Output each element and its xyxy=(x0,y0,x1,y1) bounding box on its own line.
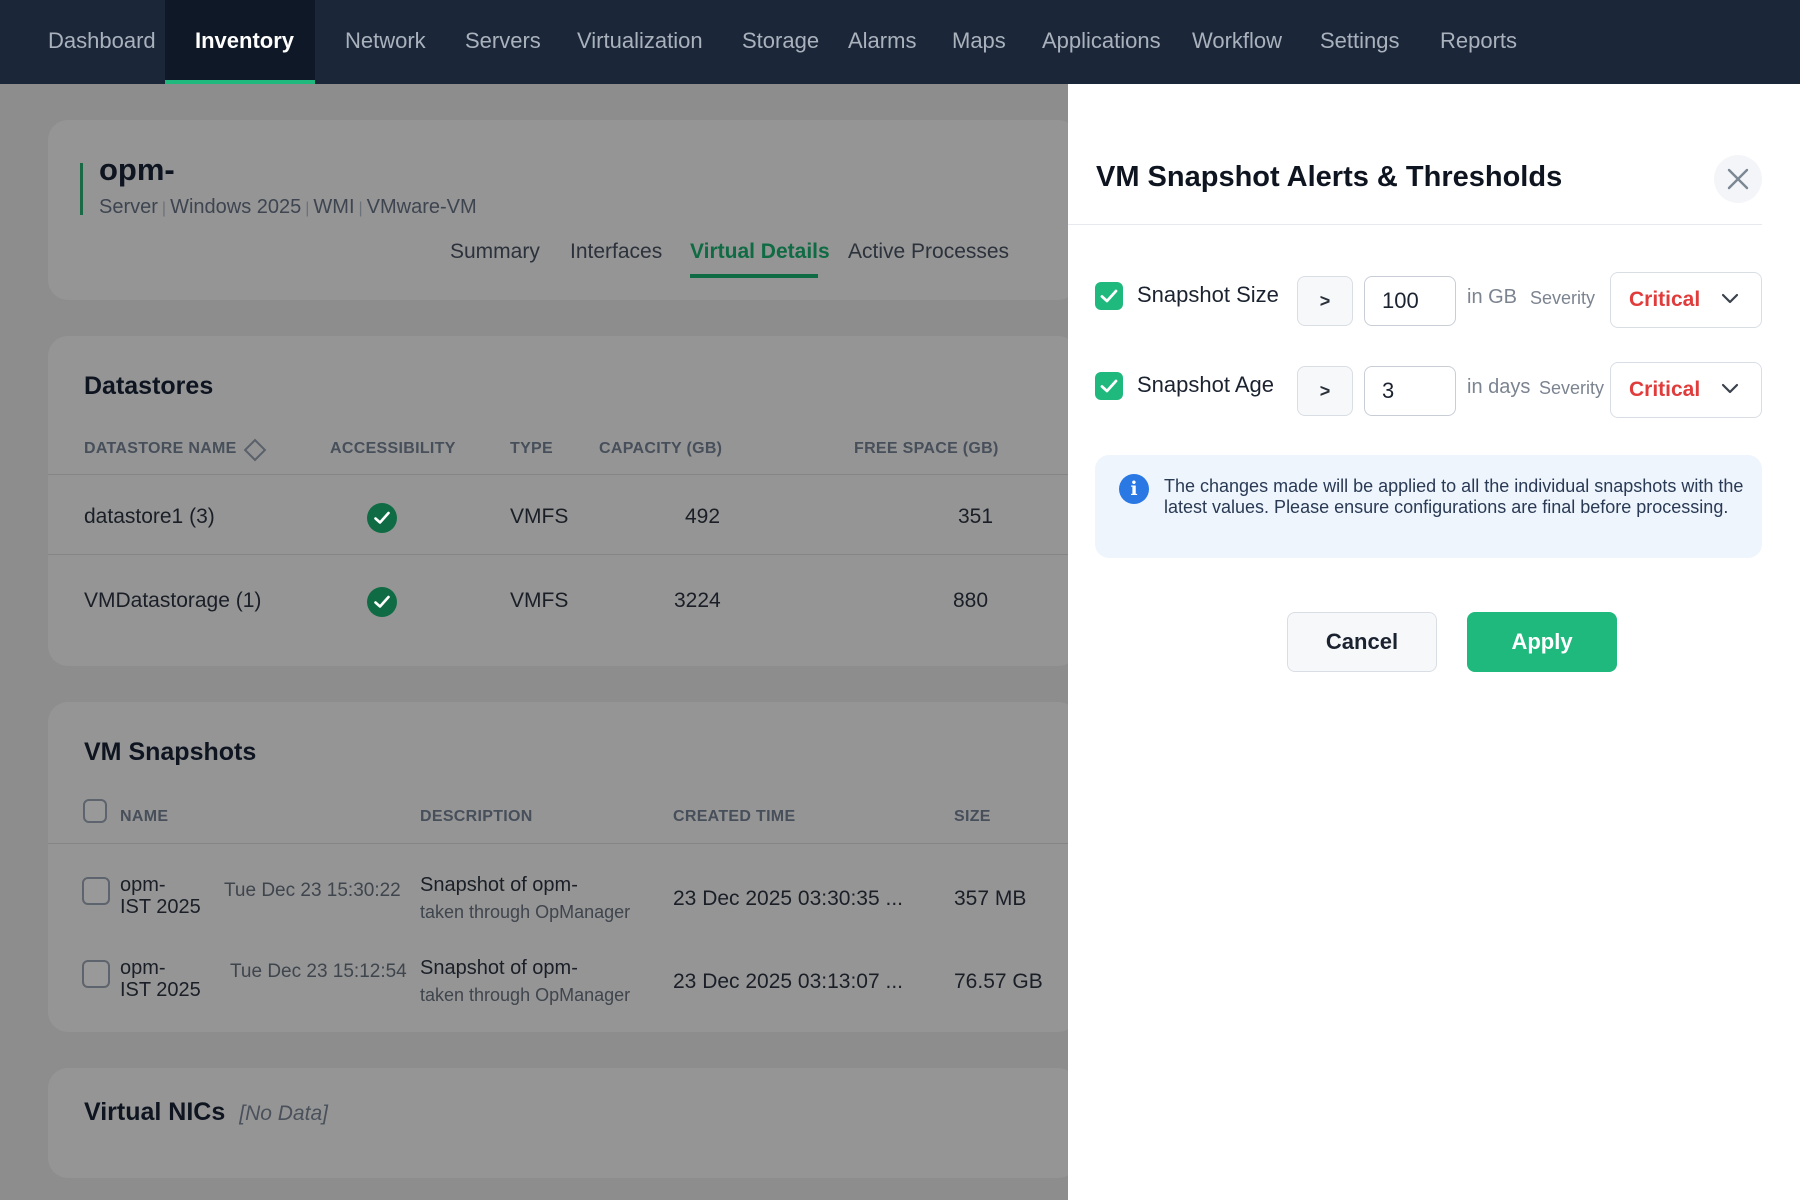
datastore-capacity: 492 xyxy=(685,505,721,528)
snapshot-name-line2: IST 2025 xyxy=(120,979,201,1001)
snapshot-age-severity-select[interactable]: Critical xyxy=(1610,362,1762,418)
nav-reports[interactable]: Reports xyxy=(1440,0,1517,84)
device-meta: Server | Windows 2025 | WMI | VMware-VM xyxy=(99,196,477,218)
nav-servers[interactable]: Servers xyxy=(465,0,541,84)
col-capacity: CAPACITY (GB) xyxy=(599,440,723,457)
datastore-type: VMFS xyxy=(510,505,569,528)
datastore-free-space: 351 xyxy=(958,505,994,528)
device-protocol: WMI xyxy=(313,196,355,218)
snapshot-size-label: Snapshot Size xyxy=(1137,282,1279,307)
snapshot-size: 357 MB xyxy=(954,887,1027,910)
vm-snapshots-title: VM Snapshots xyxy=(84,738,257,766)
severity-value: Critical xyxy=(1629,288,1701,311)
snapshot-description: Snapshot of opm- xyxy=(420,874,578,896)
nav-workflow[interactable]: Workflow xyxy=(1192,0,1282,84)
datastore-capacity: 3224 xyxy=(674,589,721,612)
nav-settings[interactable]: Settings xyxy=(1320,0,1400,84)
snapshot-size-operator[interactable]: > xyxy=(1297,276,1353,326)
tab-active-processes[interactable]: Active Processes xyxy=(848,240,1009,264)
device-name: opm- xyxy=(99,152,175,187)
snapshot-age-unit: in days xyxy=(1467,376,1531,398)
col-size: SIZE xyxy=(954,808,991,825)
col-datastore-name[interactable]: DATASTORE NAME xyxy=(84,440,237,458)
no-data-text: [No Data] xyxy=(239,1102,328,1125)
col-created-time: CREATED TIME xyxy=(673,808,796,825)
apply-button[interactable]: Apply xyxy=(1467,612,1617,672)
datastore-name: datastore1 (3) xyxy=(84,505,215,528)
close-icon xyxy=(1727,168,1749,190)
chevron-down-icon xyxy=(1721,293,1739,304)
device-category: Server xyxy=(99,196,158,218)
snapshot-age-value-input[interactable] xyxy=(1364,366,1456,416)
row-divider xyxy=(48,554,1068,555)
checkmark-icon xyxy=(1100,379,1118,393)
tab-summary[interactable]: Summary xyxy=(450,240,540,264)
nav-dashboard[interactable]: Dashboard xyxy=(48,0,156,84)
checkmark-icon xyxy=(1100,289,1118,303)
snapshot-name-time: Tue Dec 23 15:30:22 xyxy=(224,880,401,901)
datastore-name: VMDatastorage (1) xyxy=(84,589,262,612)
nav-inventory[interactable]: Inventory xyxy=(165,0,315,84)
info-icon: i xyxy=(1119,474,1149,504)
severity-value: Critical xyxy=(1629,378,1701,401)
header-divider xyxy=(48,843,1068,844)
snapshot-size-severity-label: Severity xyxy=(1530,288,1596,308)
drawer-divider xyxy=(1068,224,1762,225)
nav-alarms[interactable]: Alarms xyxy=(848,0,916,84)
close-button[interactable] xyxy=(1714,155,1762,203)
col-type: TYPE xyxy=(510,440,553,457)
snapshot-name-line1: opm- xyxy=(120,874,166,896)
device-type: VMware-VM xyxy=(366,196,477,218)
nav-virtualization[interactable]: Virtualization xyxy=(577,0,703,84)
info-message: The changes made will be applied to all … xyxy=(1164,476,1744,517)
nav-maps[interactable]: Maps xyxy=(952,0,1006,84)
snapshot-size: 76.57 GB xyxy=(954,970,1043,993)
device-os: Windows 2025 xyxy=(170,196,302,218)
col-description: DESCRIPTION xyxy=(420,808,533,825)
snapshot-size-value-input[interactable] xyxy=(1364,276,1456,326)
snapshot-name-line2: IST 2025 xyxy=(120,896,201,918)
datastores-title: Datastores xyxy=(84,372,214,400)
snapshot-name-line1: opm- xyxy=(120,957,166,979)
row-checkbox[interactable] xyxy=(82,877,110,905)
snapshot-description-source: taken through OpManager xyxy=(420,985,631,1005)
col-free-space: FREE SPACE (GB) xyxy=(854,440,999,457)
datastore-type: VMFS xyxy=(510,589,569,612)
snapshot-size-unit: in GB xyxy=(1467,286,1518,308)
top-navigation: Dashboard Inventory Network Servers Virt… xyxy=(0,0,1800,84)
datastore-free-space: 880 xyxy=(953,589,989,612)
drawer-title: VM Snapshot Alerts & Thresholds xyxy=(1096,161,1563,193)
nav-applications[interactable]: Applications xyxy=(1042,0,1161,84)
header-divider xyxy=(48,474,1068,475)
snapshot-description-source: taken through OpManager xyxy=(420,902,631,922)
row-checkbox[interactable] xyxy=(82,960,110,988)
virtual-nics-title: Virtual NICs [No Data] xyxy=(84,1098,328,1127)
nav-network[interactable]: Network xyxy=(345,0,426,84)
check-circle-icon xyxy=(367,503,397,533)
snapshot-name-time: Tue Dec 23 15:12:54 xyxy=(230,961,407,982)
check-circle-icon xyxy=(367,587,397,617)
chevron-down-icon xyxy=(1721,383,1739,394)
snapshot-age-severity-label: Severity xyxy=(1539,378,1605,398)
snapshot-description: Snapshot of opm- xyxy=(420,957,578,979)
snapshot-created-time: 23 Dec 2025 03:30:35 ... xyxy=(673,887,904,910)
col-accessibility: ACCESSIBILITY xyxy=(330,440,456,457)
cancel-button[interactable]: Cancel xyxy=(1287,612,1437,672)
snapshot-size-severity-select[interactable]: Critical xyxy=(1610,272,1762,328)
tab-interfaces[interactable]: Interfaces xyxy=(570,240,662,264)
active-tab-indicator xyxy=(690,274,818,278)
snapshot-size-checkbox[interactable] xyxy=(1095,282,1123,310)
col-name: NAME xyxy=(120,808,169,825)
nav-storage[interactable]: Storage xyxy=(742,0,819,84)
select-all-checkbox[interactable] xyxy=(83,799,107,823)
snapshot-age-operator[interactable]: > xyxy=(1297,366,1353,416)
snapshot-age-checkbox[interactable] xyxy=(1095,372,1123,400)
snapshot-age-label: Snapshot Age xyxy=(1137,372,1275,397)
tab-virtual-details[interactable]: Virtual Details xyxy=(690,240,830,264)
host-accent-bar xyxy=(80,163,83,215)
virtual-nics-label: Virtual NICs xyxy=(84,1098,226,1126)
snapshot-created-time: 23 Dec 2025 03:13:07 ... xyxy=(673,970,904,993)
